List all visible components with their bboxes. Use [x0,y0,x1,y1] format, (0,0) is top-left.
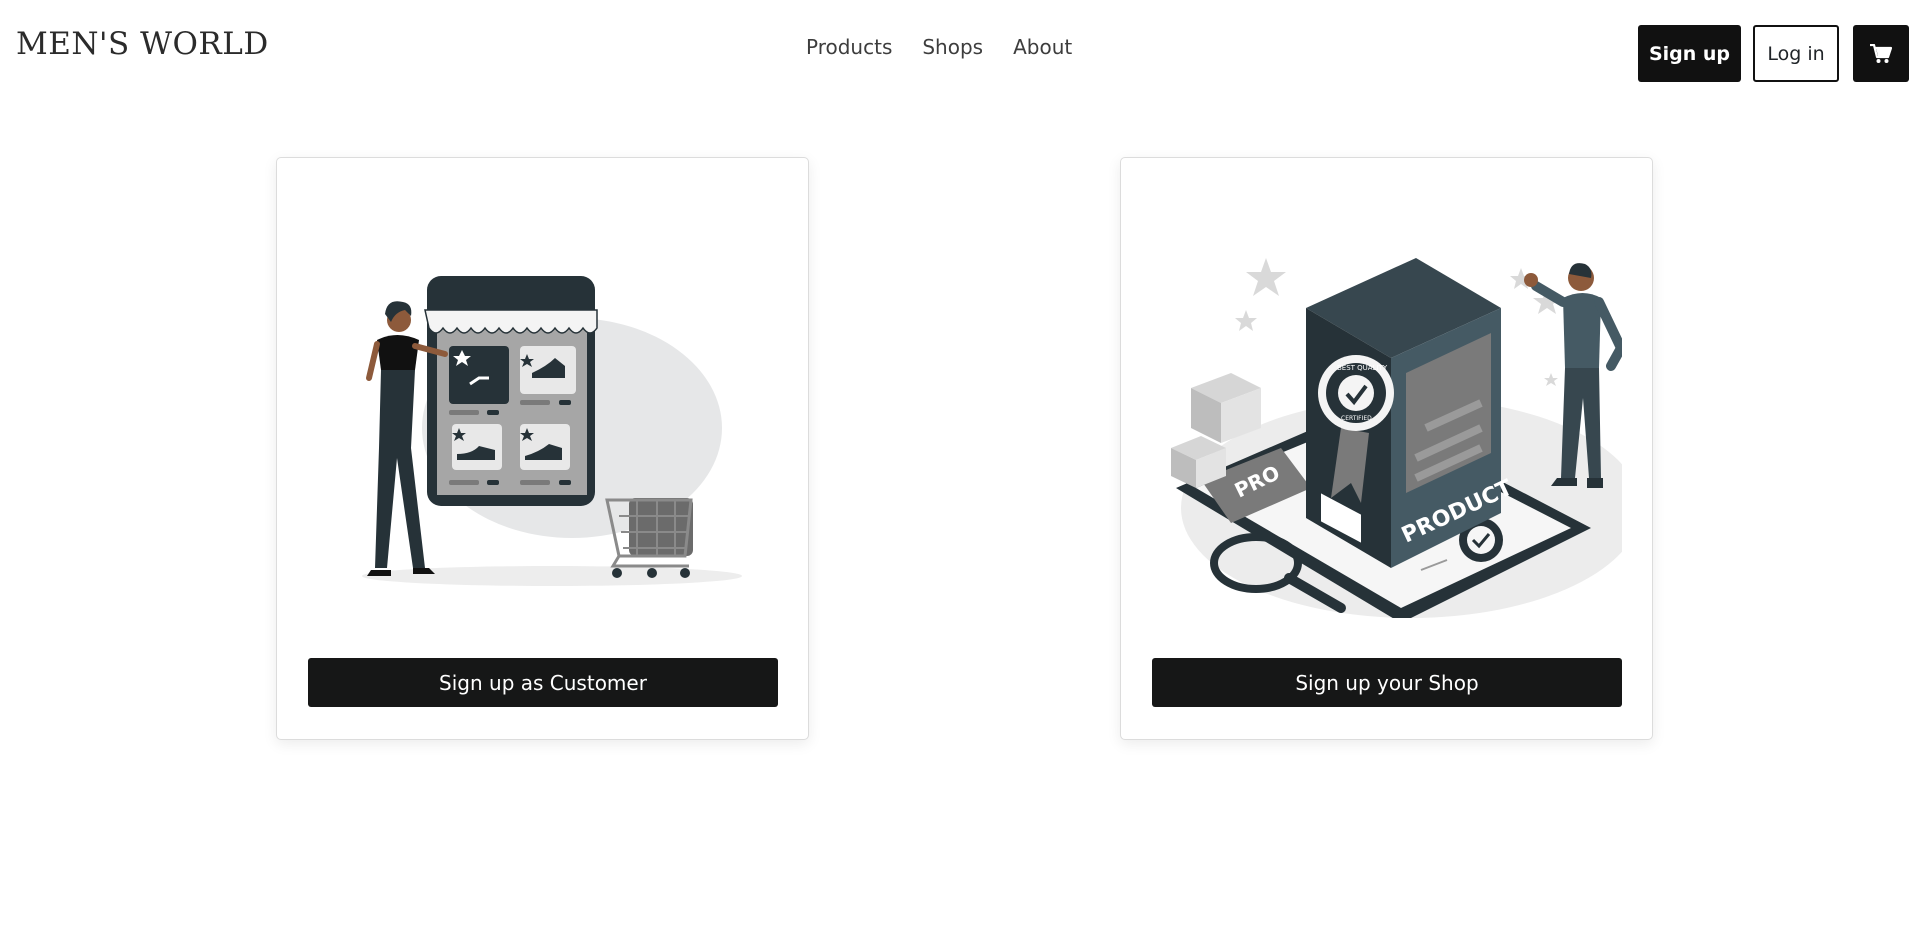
shop-signup-card: PRO PRODUCT BEST QUALITY CERTIFIED Sign … [1120,157,1653,740]
nav-link-products[interactable]: Products [806,35,892,59]
signup-shop-button[interactable]: Sign up your Shop [1152,658,1622,707]
nav-link-about[interactable]: About [1013,35,1072,59]
signup-button[interactable]: Sign up [1638,25,1741,82]
main-nav: Products Shops About [806,35,1072,59]
shopping-cart-icon [1870,43,1892,63]
tablet-storefront [424,276,598,506]
brand-logo[interactable]: MEN'S WORLD [16,26,269,62]
seal-top-text: BEST QUALITY [1337,364,1388,372]
navbar: MEN'S WORLD Products Shops About Sign up… [0,0,1920,100]
seal-bottom-text: CERTIFIED [1341,415,1372,422]
signup-customer-button[interactable]: Sign up as Customer [308,658,778,707]
nav-link-shops[interactable]: Shops [922,35,983,59]
cart-button[interactable] [1853,25,1909,82]
customer-signup-card: Sign up as Customer [276,157,809,740]
online-shopping-illustration [362,276,742,586]
certified-product-illustration: PRO PRODUCT BEST QUALITY CERTIFIED [1171,258,1622,618]
login-button[interactable]: Log in [1753,25,1839,82]
